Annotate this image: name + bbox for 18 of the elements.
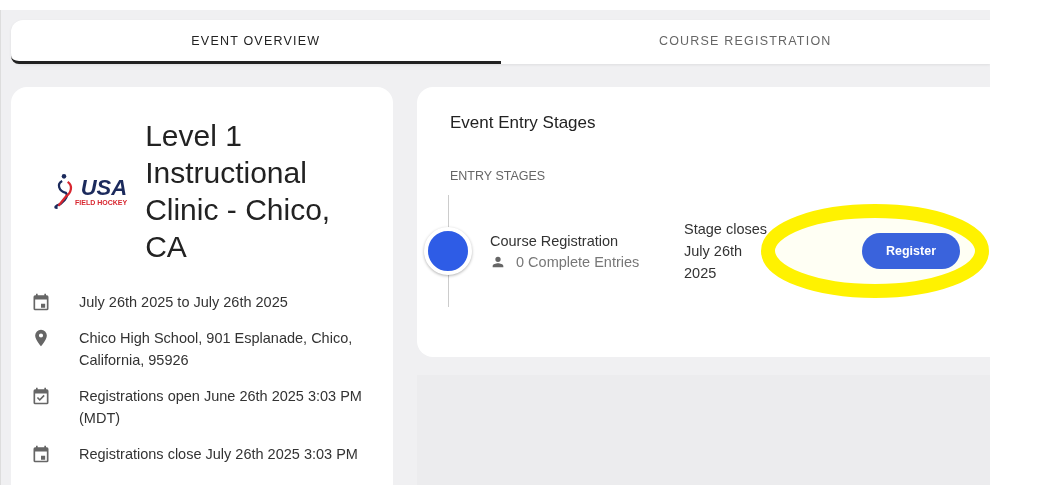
stage-name: Course Registration — [490, 232, 620, 249]
register-button[interactable]: Register — [862, 233, 960, 269]
calendar-check-icon — [31, 386, 51, 406]
stage-close-date: Stage closes July 26th 2025 — [684, 220, 769, 283]
detail-text: Registrations close July 26th 2025 3:03 PM — [79, 445, 359, 464]
logo-wordmark: USA — [80, 176, 128, 199]
event-title: Level 1 Instructional Clinic - Chico, CA — [145, 118, 332, 265]
calendar-icon — [31, 292, 51, 312]
detail-text: Chico High School, 901 Esplanade, Chico, California, 95926 — [79, 329, 354, 370]
detail-text: July 26th 2025 to July 26th 2025 — [79, 293, 289, 312]
tab[interactable]: COURSE REGISTRATION — [500, 20, 990, 64]
section-label: ENTRY STAGES — [450, 169, 547, 183]
tab[interactable]: EVENT OVERVIEW — [11, 20, 501, 64]
card-title: Event Entry Stages — [450, 113, 597, 133]
calendar-icon — [31, 444, 51, 464]
hockey-stick-icon — [53, 171, 75, 211]
detail-text: Registrations open June 26th 2025 3:03 PM (MDT) — [79, 387, 363, 428]
entries-count: 0 Complete Entries — [516, 253, 640, 270]
